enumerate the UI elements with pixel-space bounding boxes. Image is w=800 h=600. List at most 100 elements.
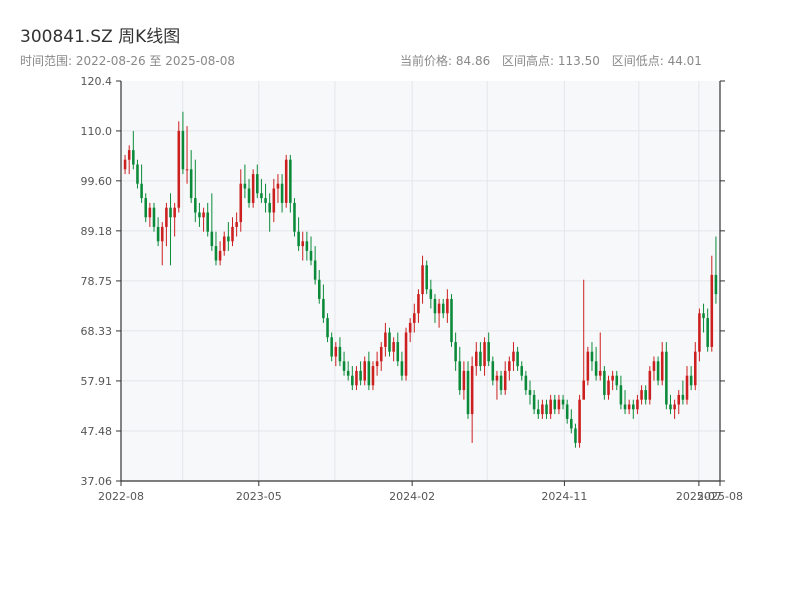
candle-body	[140, 183, 143, 199]
candle-body	[322, 298, 325, 319]
candle-body	[400, 361, 404, 376]
candle-body	[264, 198, 267, 203]
candle-body	[148, 207, 152, 218]
candle-body	[512, 351, 515, 362]
candle-body	[181, 130, 185, 170]
candle-body	[433, 298, 437, 314]
candle-body	[132, 150, 135, 165]
x-tick-label: 2023-05	[236, 490, 282, 503]
candle-body	[334, 346, 338, 357]
y-tick-label: 78.75	[81, 275, 113, 288]
candle-body	[632, 404, 635, 410]
candle-body	[536, 409, 540, 415]
candle-body	[222, 236, 226, 251]
candle	[648, 366, 652, 405]
candle-body	[677, 394, 681, 405]
x-tick-label: 2024-02	[389, 490, 435, 503]
candle	[578, 394, 581, 448]
candle-body	[528, 390, 532, 395]
candle-body	[673, 404, 676, 410]
candle-body	[487, 342, 490, 362]
candle-body	[301, 241, 305, 247]
candle-body	[640, 390, 643, 400]
candle-body	[437, 303, 441, 314]
y-tick-label: 99.60	[81, 175, 113, 188]
candle	[177, 121, 181, 213]
candle-body	[392, 342, 395, 352]
candle-body	[326, 318, 329, 338]
x-tick-label: 2022-08	[98, 490, 144, 503]
candle-body	[218, 250, 222, 261]
candle-body	[549, 399, 552, 415]
candle-body	[408, 322, 412, 333]
y-tick-label: 120.4	[81, 75, 113, 88]
candle-body	[206, 212, 209, 232]
candle-body	[359, 370, 362, 381]
candle-body	[214, 246, 218, 261]
candle-body	[636, 399, 639, 410]
candle-body	[256, 174, 259, 194]
y-tick-label: 110.0	[81, 125, 113, 138]
candle-body	[644, 390, 647, 400]
candle-body	[417, 294, 420, 314]
candle	[450, 294, 453, 347]
candle	[404, 327, 408, 381]
candle-body	[317, 279, 321, 299]
candle-body	[710, 274, 714, 347]
candle-body	[619, 385, 623, 405]
candle-body	[127, 150, 131, 160]
candle-body	[446, 298, 449, 314]
candle-body	[305, 241, 309, 251]
candle-body	[681, 394, 685, 400]
candle-body	[375, 361, 379, 367]
candle-body	[239, 183, 243, 223]
candle-body	[425, 265, 428, 290]
candle-body	[384, 332, 387, 347]
candle-body	[627, 404, 631, 410]
candle-body	[706, 318, 709, 347]
candle-body	[169, 207, 172, 218]
candle-body	[470, 366, 474, 415]
candle-body	[475, 351, 478, 367]
candle-body	[458, 361, 462, 391]
candle-body	[656, 361, 660, 381]
candle-body	[450, 298, 453, 343]
candle-body	[598, 370, 602, 376]
candle-body	[231, 226, 234, 242]
candle-body	[189, 169, 193, 199]
candle-body	[693, 351, 697, 386]
candle-body	[702, 313, 705, 319]
candle-body	[479, 351, 482, 367]
candle-body	[198, 212, 201, 218]
y-tick-label: 37.06	[81, 475, 113, 488]
candle-body	[582, 380, 585, 400]
candle-body	[152, 207, 156, 227]
candle-body	[313, 260, 317, 280]
candle-body	[561, 399, 565, 405]
candle-body	[545, 404, 548, 415]
candle-body	[396, 342, 400, 362]
candle-body	[454, 342, 457, 362]
y-tick-label: 89.18	[81, 225, 113, 238]
candle-body	[586, 351, 590, 381]
candle-body	[338, 346, 342, 362]
candle-body	[247, 188, 251, 203]
candle-body	[235, 222, 238, 227]
candle-body	[421, 265, 424, 295]
candle-body	[156, 226, 160, 242]
y-tick-label: 57.91	[81, 375, 113, 388]
candle-body	[346, 370, 350, 376]
candle-body	[194, 198, 197, 213]
y-tick-label: 47.48	[81, 425, 113, 438]
candle-body	[689, 375, 693, 386]
candle-body	[698, 313, 701, 352]
candle-body	[260, 193, 263, 199]
candle-body	[557, 399, 561, 410]
candle-body	[289, 159, 292, 203]
candle-body	[272, 188, 276, 213]
candle-body	[227, 236, 230, 242]
candle-body	[413, 313, 416, 323]
candle-body	[251, 174, 255, 203]
candle-body	[553, 399, 557, 410]
candle-body	[429, 289, 433, 299]
